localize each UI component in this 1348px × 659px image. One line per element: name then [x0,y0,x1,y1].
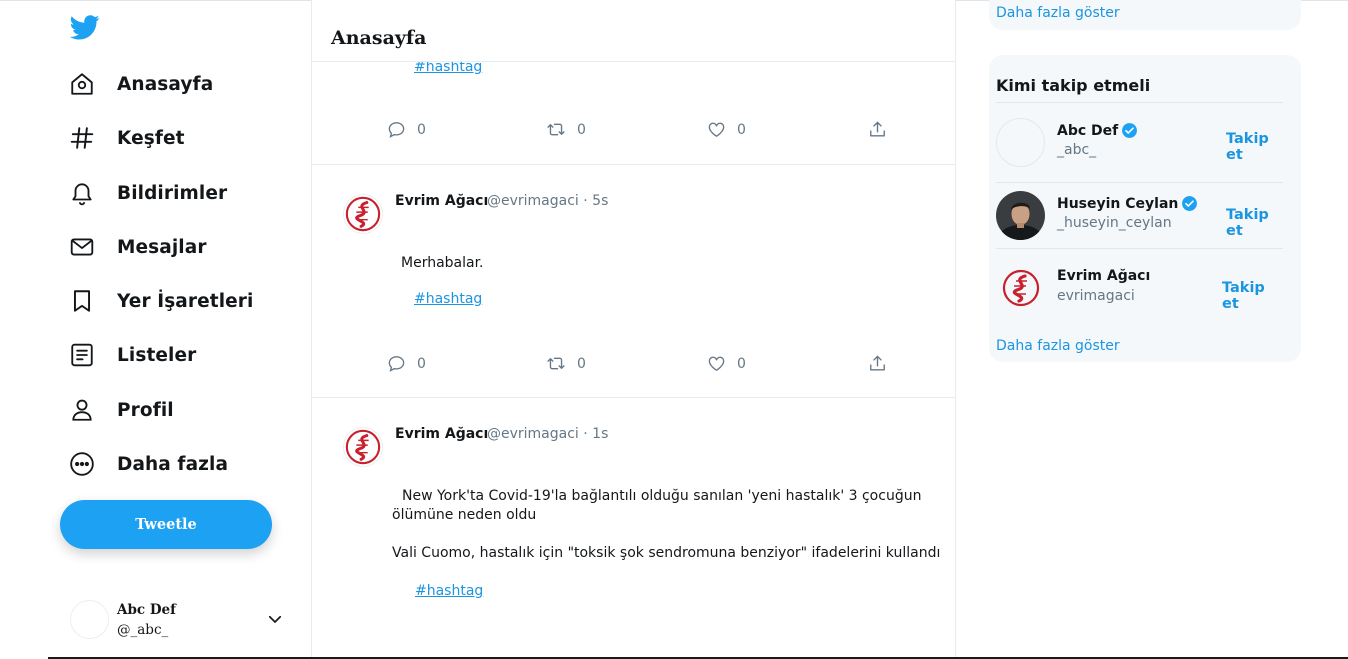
tweet-meta[interactable]: @evrimagaci · 5s [487,193,608,209]
reply-icon [388,356,405,372]
retweet-button[interactable]: 0 [546,354,586,373]
user-name: Huseyin Ceylan [1057,195,1198,212]
who-to-follow-card: Kimi takip etmeli Abc Def _abc_ Takip et… [989,55,1301,362]
tweet-button[interactable]: Tweetle [60,500,272,549]
share-icon [870,121,885,137]
list-icon [66,339,98,371]
user-name-text: Huseyin Ceylan [1057,195,1179,212]
divider [996,102,1283,103]
evrim-agaci-logo-avatar[interactable] [343,194,383,234]
retweet-count: 0 [577,355,586,372]
twitter-bird-icon[interactable] [69,12,101,42]
follow-suggestion[interactable]: Evrim Ağacı evrimagaci Takip et [996,255,1283,321]
hashtag-link[interactable]: #hashtag [414,291,482,307]
nav-label: Daha fazla [117,453,229,475]
follow-button[interactable]: Takip et [1226,131,1283,163]
follow-button[interactable]: Takip et [1222,280,1283,312]
avatar [70,600,109,639]
evrim-agaci-logo-avatar[interactable] [343,427,383,467]
nav-label: Listeler [117,344,197,366]
like-count: 0 [737,121,746,138]
reply-count: 0 [417,355,426,372]
tweet-text-line: ölümüne neden oldu [392,507,537,523]
reply-button[interactable]: 0 [387,354,426,373]
tweet[interactable]: Evrim Ağacı @evrimagaci · 1s New York'ta… [312,398,955,659]
share-icon [870,355,885,371]
divider [996,248,1283,249]
card-title: Kimi takip etmeli [996,76,1151,95]
bookmark-icon [66,285,98,317]
heart-icon [708,122,725,137]
like-button[interactable]: 0 [707,120,746,139]
user-name: Abc Def [1057,122,1138,139]
right-sidebar: Daha fazla göster Kimi takip etmeli Abc … [955,0,1348,659]
nav-label: Keşfet [117,127,185,149]
retweet-button[interactable]: 0 [546,120,586,139]
nav-item-lists[interactable]: Listeler [66,333,196,377]
retweet-icon [547,357,565,370]
like-button[interactable]: 0 [707,354,746,373]
bell-icon [66,177,98,209]
user-name: Evrim Ağacı [1057,268,1150,284]
user-name-text: Evrim Ağacı [1057,268,1151,284]
envelope-icon [66,231,98,263]
person-icon [66,394,98,426]
avatar [996,118,1045,167]
nav-label: Mesajlar [117,236,207,258]
chevron-down-icon[interactable] [266,610,284,628]
tweet-text-line: Vali Cuomo, hastalık için "toksik şok se… [392,545,941,561]
user-handle: _huseyin_ceylan [1057,215,1172,231]
nav-item-notifications[interactable]: Bildirimler [66,171,227,215]
tweet-meta[interactable]: @evrimagaci · 1s [487,426,608,442]
like-count: 0 [737,355,746,372]
account-name: Abc Def [117,602,176,618]
nav-label: Bildirimler [117,182,228,204]
verified-badge-icon [1182,196,1198,211]
nav-item-explore[interactable]: Keşfet [66,116,185,160]
nav-label: Profil [117,399,174,421]
share-button[interactable] [868,120,887,139]
reply-icon [388,122,405,138]
nav-item-profile[interactable]: Profil [66,388,174,432]
account-handle: @_abc_ [117,622,169,638]
nav-item-messages[interactable]: Mesajlar [66,225,207,269]
tweet[interactable]: Evrim Ağacı @evrimagaci · 5s Merhabalar.… [312,165,955,398]
follow-suggestion[interactable]: Huseyin Ceylan _huseyin_ceylan Takip et [996,182,1283,248]
verified-badge-icon [1122,123,1138,138]
avatar [996,191,1045,240]
nav-item-home[interactable]: Anasayfa [66,62,213,106]
home-icon [66,68,98,100]
heart-icon [708,356,725,371]
page-title: Anasayfa [331,27,427,49]
user-handle: _abc_ [1057,142,1097,158]
retweet-count: 0 [577,121,586,138]
nav-label: Yer İşaretleri [117,290,254,312]
reply-count: 0 [417,121,426,138]
follow-suggestion[interactable]: Abc Def _abc_ Takip et [996,109,1283,175]
nav-item-bookmarks[interactable]: Yer İşaretleri [66,279,253,323]
tweet-text-line: New York'ta Covid-19'la bağlantılı olduğ… [402,488,922,504]
user-handle: evrimagaci [1057,288,1135,304]
timeline[interactable]: Anasayfa #hashtag 0 0 0 Evrim Ağacı @evr… [311,0,956,659]
timeline-header: Anasayfa [312,0,955,62]
nav-label: Anasayfa [117,73,214,95]
retweet-icon [547,123,565,136]
trends-card: Daha fazla göster [989,0,1301,30]
reply-button[interactable]: 0 [387,120,426,139]
evrim-agaci-logo-avatar [1002,269,1040,307]
tweet-text: Merhabalar. [401,255,484,271]
show-more-link[interactable]: Daha fazla göster [996,338,1120,354]
share-button[interactable] [868,354,887,373]
user-name-text: Abc Def [1057,122,1119,139]
hashtag-link[interactable]: #hashtag [415,583,483,599]
follow-button[interactable]: Takip et [1226,207,1283,239]
tweet-author-name[interactable]: Evrim Ağacı [395,193,488,209]
more-circle-icon [66,448,98,480]
tweet-author-name[interactable]: Evrim Ağacı [395,426,488,442]
nav-item-more[interactable]: Daha fazla [66,442,228,486]
show-more-link[interactable]: Daha fazla göster [996,5,1120,21]
hashtag-icon [66,122,98,154]
account-switcher[interactable]: Abc Def @_abc_ [68,598,290,642]
left-sidebar: Anasayfa Keşfet Bildirimler Mesajlar Yer… [0,0,312,659]
